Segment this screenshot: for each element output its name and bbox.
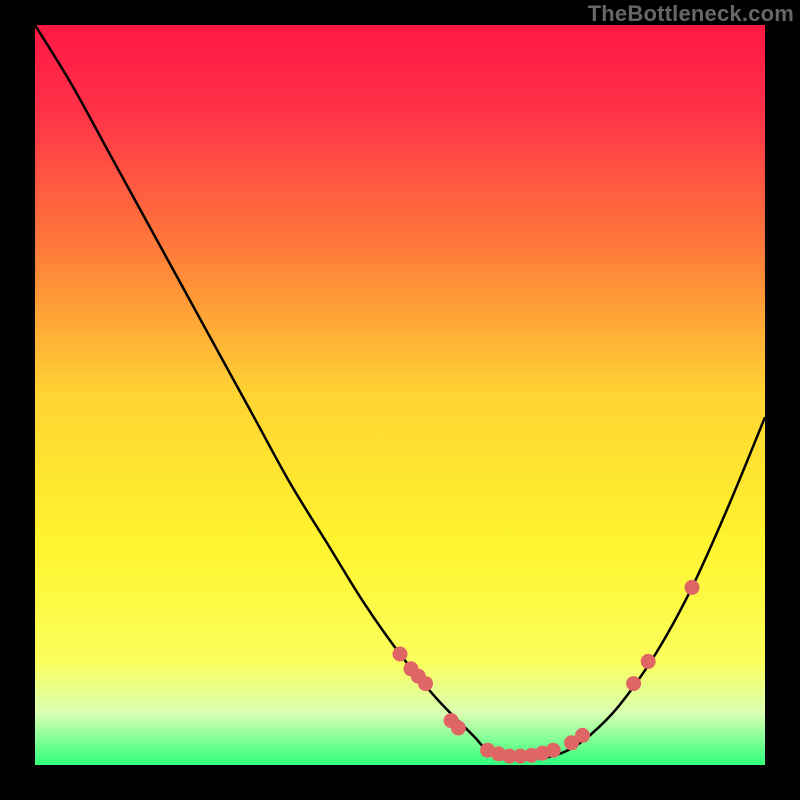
- marker-dot: [451, 721, 466, 736]
- watermark-label: TheBottleneck.com: [588, 1, 794, 27]
- marker-dot: [418, 676, 433, 691]
- marker-dot: [685, 580, 700, 595]
- marker-dot: [626, 676, 641, 691]
- marker-dot: [393, 647, 408, 662]
- marker-dot: [546, 743, 561, 758]
- marker-dot: [641, 654, 656, 669]
- marker-dot: [575, 728, 590, 743]
- chart-frame: TheBottleneck.com: [0, 0, 800, 800]
- bottleneck-chart: [0, 0, 800, 800]
